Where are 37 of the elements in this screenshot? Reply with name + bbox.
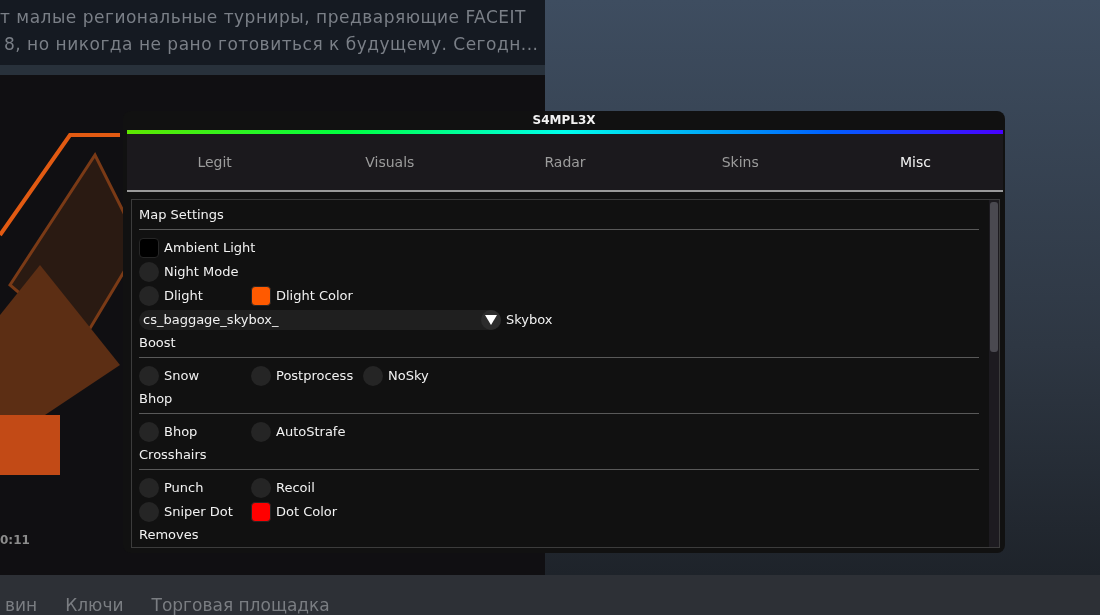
skybox-dropdown[interactable]: cs_baggage_skybox_ xyxy=(139,310,501,330)
dropdown-label: Skybox xyxy=(506,311,553,330)
dropdown-arrow-icon xyxy=(485,315,497,325)
color-swatch[interactable] xyxy=(251,502,271,522)
nav-link[interactable]: Ключи xyxy=(65,595,124,615)
video-time: 0:11 xyxy=(0,533,30,547)
tab[interactable]: Legit xyxy=(127,134,303,190)
section-title: Bhop xyxy=(139,390,174,408)
checkbox-label: Postprocess xyxy=(276,367,354,386)
section-title: Boost xyxy=(139,334,177,352)
checkbox-label: Sniper Dot xyxy=(164,503,233,522)
tab[interactable]: Radar xyxy=(477,134,653,190)
color-swatch[interactable] xyxy=(251,286,271,306)
checkbox-label: Dlight xyxy=(164,287,203,306)
nav-link[interactable]: вин xyxy=(5,595,38,615)
article-text: т малые региональные турниры, предваряющие FACEIT xyxy=(0,6,527,29)
color-label: Dlight Color xyxy=(276,287,353,306)
color-label: Dot Color xyxy=(276,503,338,522)
checkbox-label: NoSky xyxy=(388,367,429,386)
checkbox-label: Bhop xyxy=(164,423,198,442)
section-title: Crosshairs xyxy=(139,446,208,464)
checkbox-label: AutoStrafe xyxy=(276,423,346,442)
color-swatch[interactable] xyxy=(139,238,159,258)
section-title: Removes xyxy=(139,526,200,544)
section-title: Map Settings xyxy=(139,206,225,224)
scrollbar[interactable] xyxy=(989,200,999,547)
window-title: S4MPL3X xyxy=(532,112,596,129)
checkbox-label: Recoil xyxy=(276,479,315,498)
checkbox-label: Night Mode xyxy=(164,263,239,282)
tab[interactable]: Misc xyxy=(827,134,1003,190)
tab[interactable]: Skins xyxy=(652,134,828,190)
checkbox-label: Snow xyxy=(164,367,200,386)
article-text: 8, но никогда не рано готовиться к будущему. Сегодн... xyxy=(3,33,540,56)
nav-link[interactable]: Торговая площадка xyxy=(151,595,330,615)
color-label: Ambient Light xyxy=(164,239,256,258)
tab[interactable]: Visuals xyxy=(302,134,478,190)
checkbox-label: Punch xyxy=(164,479,204,498)
